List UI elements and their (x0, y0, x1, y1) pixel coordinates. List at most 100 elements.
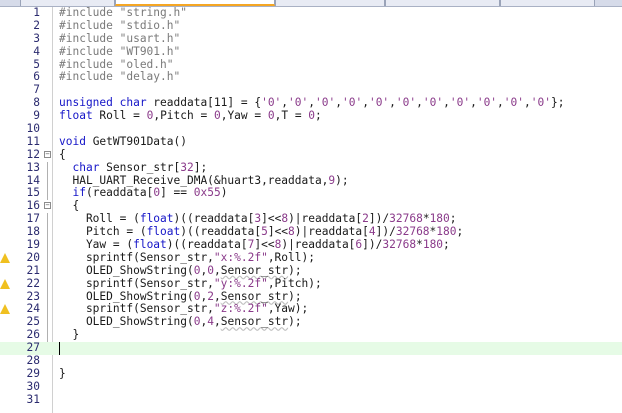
string-token: '0' (503, 96, 525, 110)
warning-icon[interactable] (0, 278, 10, 289)
text-cursor (59, 342, 60, 356)
string-token: '0' (288, 96, 309, 110)
number-token: 0 (213, 109, 221, 123)
fold-range-line (47, 174, 48, 188)
code-text: } (59, 328, 80, 342)
code-token: * (416, 238, 423, 252)
code-token: Sensor_str[ (106, 160, 181, 174)
code-token: { (59, 147, 66, 161)
code-token: ] == (160, 186, 194, 200)
code-token: Roll = ( (59, 212, 140, 226)
code-line[interactable]: 25 OLED_ShowString(0,4,Sensor_str); (0, 315, 622, 330)
fold-range-line (47, 303, 48, 317)
code-token: , (362, 96, 369, 110)
code-token: )((readdata[ (180, 225, 262, 239)
file-tab[interactable] (500, 0, 595, 6)
code-line[interactable]: 31 (0, 393, 622, 407)
code-token: HAL_UART_Receive_DMA(&huart3,readdata, (59, 173, 329, 187)
code-token: OLED_ShowString( (59, 315, 194, 329)
string-token: '0' (449, 96, 471, 110)
string-token: '0' (476, 96, 498, 110)
code-token: Sensor_str (220, 315, 289, 329)
code-token: ; (449, 212, 457, 226)
code-token: (readdata[ (85, 186, 154, 200)
number-token: 180 (429, 212, 450, 226)
code-token: readdata[11] = { (153, 96, 262, 110)
code-token: ]<< (261, 212, 282, 226)
fold-collapse-icon[interactable]: − (44, 150, 51, 158)
code-text: OLED_ShowString(0,4,Sensor_str); (59, 315, 302, 329)
keyword-token: if (72, 186, 86, 200)
fold-range-line (47, 277, 48, 291)
code-token: ,Yaw = (220, 109, 268, 123)
code-line[interactable]: 11 void GetWT901Data() (0, 134, 622, 149)
keyword-token: unsigned char (59, 96, 154, 110)
number-token: 4 (207, 315, 214, 329)
preprocessor-token: #include "oled.h" (59, 57, 174, 71)
code-token: } (59, 328, 80, 342)
preprocessor-token: #include "delay.h" (59, 70, 181, 84)
code-token: , (308, 96, 316, 110)
code-token: } (59, 366, 66, 380)
code-token: GetWT901Data() (92, 134, 187, 148)
keyword-token: void (59, 134, 93, 148)
fold-range-line (47, 316, 48, 330)
fold-range-line (47, 239, 48, 252)
code-token: , (335, 96, 342, 110)
string-token: '0' (422, 96, 444, 110)
code-token: }; (550, 96, 565, 110)
string-token: '0' (395, 96, 417, 110)
code-line[interactable]: 6 #include "delay.h" (0, 71, 622, 84)
number-token: 180 (436, 225, 457, 239)
fold-range-line (47, 226, 48, 240)
code-line[interactable]: 9 float Roll = 0,Pitch = 0,Yaw = 0,T = 0; (0, 109, 622, 123)
keyword-token: float (133, 238, 167, 252)
warning-icon[interactable] (0, 304, 10, 315)
code-line[interactable]: 28 (0, 354, 622, 368)
warning-icon[interactable] (0, 252, 10, 263)
string-token: "x:%.2f" (213, 250, 268, 264)
code-token: ; (456, 225, 464, 239)
code-token: ; (443, 238, 450, 252)
number-token: 5 (261, 225, 268, 239)
code-line[interactable]: 15 if(readdata[0] == 0x55) (0, 186, 622, 201)
number-token: 0 (267, 109, 275, 123)
code-token: , (389, 96, 396, 110)
line-number: 13 (26, 160, 40, 174)
code-line[interactable]: 29} (0, 366, 622, 381)
code-token: Pitch = ( (59, 225, 147, 239)
code-token: sprintf(Sensor_str, (59, 276, 214, 290)
code-token: )((readdata[ (166, 238, 248, 252)
code-line[interactable]: 27 (0, 341, 622, 356)
preprocessor-token: #include "string.h" (59, 6, 187, 19)
code-token: ; (315, 109, 322, 123)
code-line[interactable]: 30 (0, 380, 622, 394)
string-token: '0' (261, 96, 282, 110)
code-editor[interactable]: 1 #include "string.h" 2 #include "stdio.h" 3… (0, 6, 622, 407)
code-line[interactable]: 26 } (0, 328, 622, 343)
keyword-token: float (59, 109, 100, 123)
preprocessor-token: #include "WT901.h" (59, 44, 181, 58)
fold-range-line (47, 161, 48, 175)
fold-range-line (47, 264, 48, 278)
code-token: sprintf(Sensor_str, (59, 302, 214, 316)
number-token: 0 (207, 263, 214, 277)
code-token: ); (335, 173, 349, 187)
line-number: 20 (26, 250, 40, 264)
code-token: ); (288, 263, 302, 277)
code-token: Yaw = ( (59, 238, 134, 252)
fold-collapse-icon[interactable]: − (44, 202, 51, 210)
fold-range-line (47, 251, 48, 265)
code-token: Sensor_str (220, 289, 289, 303)
file-tab[interactable] (275, 0, 385, 6)
code-token: ])/ (368, 212, 390, 226)
code-token: ); (288, 289, 302, 303)
code-token: , (524, 96, 531, 110)
code-token: , (470, 96, 477, 110)
fold-range-line (47, 329, 48, 343)
line-number: 11 (26, 134, 40, 148)
number-token: 2 (362, 212, 369, 226)
code-token: Roll = (99, 109, 147, 123)
file-tab[interactable] (385, 0, 500, 6)
